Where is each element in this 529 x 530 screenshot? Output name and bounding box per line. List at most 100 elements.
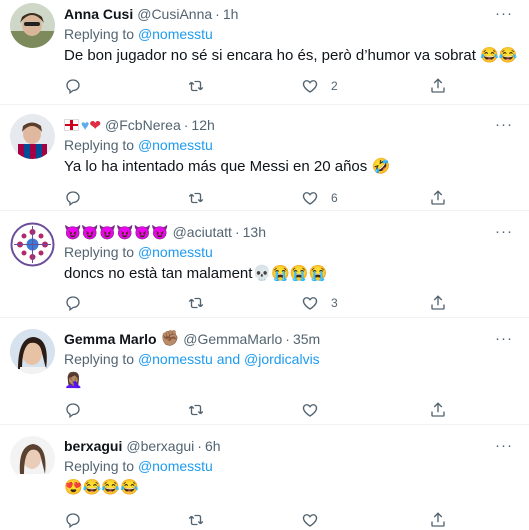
tweet[interactable]: berxagui @berxagui · 6h ··· Replying to … — [0, 425, 529, 529]
like-icon — [302, 297, 318, 310]
retweet-button[interactable] — [187, 400, 205, 420]
user-handle[interactable]: @FcbNerea — [105, 115, 181, 135]
display-name[interactable]: berxagui — [64, 436, 122, 456]
retweet-icon — [188, 80, 204, 92]
replying-to: Replying to @nomesstu and @jordicalvis — [64, 350, 519, 369]
user-handle[interactable]: @CusiAnna — [137, 4, 212, 24]
separator-dot: · — [285, 331, 290, 347]
tweet-header: 😈😈😈😈😈😈 @aciutatt · 13h — [64, 222, 519, 242]
avatar[interactable] — [10, 329, 55, 374]
avatar[interactable] — [10, 436, 55, 481]
tweet-actions: 6 — [64, 188, 464, 208]
share-icon — [431, 78, 445, 93]
share-button[interactable] — [429, 76, 447, 96]
timestamp[interactable]: 12h — [191, 115, 214, 135]
share-button[interactable] — [429, 293, 447, 313]
more-icon[interactable]: ··· — [495, 329, 513, 349]
tweet-text-body: Ya lo ha intentado más que Messi en 20 a… — [64, 158, 368, 175]
replying-to-label: Replying to — [64, 137, 135, 153]
like-button[interactable] — [301, 510, 319, 530]
like-button[interactable]: 6 — [301, 188, 338, 208]
like-count: 3 — [331, 296, 338, 310]
user-handle[interactable]: @aciutatt — [173, 222, 232, 242]
reply-button[interactable] — [64, 400, 82, 420]
fist-emoji: ✊🏽 — [160, 330, 180, 347]
share-button[interactable] — [429, 400, 447, 420]
retweet-icon — [188, 192, 204, 204]
mention-link[interactable]: @nomesstu — [138, 137, 213, 153]
tweet[interactable]: Gemma Marlo ✊🏽 @GemmaMarlo · 35m ··· Rep… — [0, 318, 529, 425]
mention-link[interactable]: @nomesstu — [138, 458, 213, 474]
like-count: 6 — [331, 191, 338, 205]
reply-icon — [66, 296, 80, 312]
retweet-button[interactable] — [187, 510, 205, 530]
mention-link[interactable]: @jordicalvis — [244, 351, 320, 367]
mention-link[interactable]: @nomesstu — [138, 351, 213, 367]
share-icon — [431, 402, 445, 417]
share-icon — [431, 190, 445, 205]
reply-icon — [66, 191, 80, 207]
replying-to: Replying to @nomesstu — [64, 25, 519, 44]
separator-dot: · — [215, 6, 220, 22]
display-name-emoji[interactable]: 😈😈😈😈😈😈 — [64, 222, 169, 242]
retweet-icon — [188, 514, 204, 526]
like-button[interactable] — [301, 400, 319, 420]
replying-to: Replying to @nomesstu — [64, 457, 519, 476]
tweet-emoji: 😂😂 — [480, 47, 518, 64]
separator-dot: · — [183, 117, 189, 133]
reply-button[interactable] — [64, 293, 82, 313]
replying-to-label: Replying to — [64, 351, 135, 367]
share-button[interactable] — [429, 510, 447, 530]
share-icon — [431, 512, 445, 527]
retweet-button[interactable] — [187, 76, 205, 96]
share-button[interactable] — [429, 188, 447, 208]
mention-link[interactable]: @nomesstu — [138, 26, 213, 42]
timestamp[interactable]: 1h — [223, 4, 239, 24]
like-button[interactable]: 2 — [301, 76, 338, 96]
like-icon — [302, 80, 318, 93]
tweet-actions — [64, 400, 464, 420]
tweet[interactable]: Anna Cusi @CusiAnna · 1h ··· Replying to… — [0, 0, 529, 105]
display-name[interactable]: Gemma Marlo — [64, 329, 157, 349]
more-icon[interactable]: ··· — [495, 222, 513, 242]
tweet-emoji: 💀😭😭😭 — [252, 265, 328, 282]
reply-button[interactable] — [64, 510, 82, 530]
tweet-actions: 3 — [64, 293, 464, 313]
mention-link[interactable]: @nomesstu — [138, 244, 213, 260]
like-count: 2 — [331, 79, 338, 93]
avatar[interactable] — [10, 3, 55, 48]
retweet-button[interactable] — [187, 293, 205, 313]
tweet-text: De bon jugador no sé si encara ho és, pe… — [64, 46, 519, 66]
more-icon[interactable]: ··· — [495, 115, 513, 135]
avatar[interactable] — [10, 222, 55, 267]
timestamp[interactable]: 13h — [243, 222, 266, 242]
separator-dot: · — [197, 438, 202, 454]
tweet[interactable]: 😈😈😈😈😈😈 @aciutatt · 13h ··· Replying to @… — [0, 211, 529, 318]
tweet-emoji: 🤣 — [371, 158, 391, 175]
reply-icon — [66, 79, 80, 95]
like-button[interactable]: 3 — [301, 293, 338, 313]
retweet-button[interactable] — [187, 188, 205, 208]
more-icon[interactable]: ··· — [495, 436, 513, 456]
tweet-text: 🤦🏽‍♀️ — [64, 371, 519, 391]
timestamp[interactable]: 6h — [205, 436, 221, 456]
like-icon — [302, 192, 318, 205]
tweet-text: doncs no està tan malament💀😭😭😭 — [64, 264, 519, 284]
reply-button[interactable] — [64, 188, 82, 208]
replies-feed: Anna Cusi @CusiAnna · 1h ··· Replying to… — [0, 0, 529, 529]
like-icon — [302, 404, 318, 417]
user-handle[interactable]: @GemmaMarlo — [183, 329, 282, 349]
tweet[interactable]: ♥ ❤ @FcbNerea · 12h ··· Replying to @nom… — [0, 105, 529, 211]
user-handle[interactable]: @berxagui — [126, 436, 194, 456]
tweet-actions — [64, 510, 464, 530]
more-icon[interactable]: ··· — [495, 4, 513, 24]
replying-to-label: Replying to — [64, 26, 135, 42]
timestamp[interactable]: 35m — [293, 329, 320, 349]
avatar[interactable] — [10, 114, 55, 159]
replying-to-label: Replying to — [64, 244, 135, 260]
display-name[interactable]: Anna Cusi — [64, 4, 133, 24]
replying-to: Replying to @nomesstu — [64, 243, 519, 262]
tweet-text-body: De bon jugador no sé si encara ho és, pe… — [64, 47, 476, 64]
replying-to-label: Replying to — [64, 458, 135, 474]
reply-button[interactable] — [64, 76, 82, 96]
